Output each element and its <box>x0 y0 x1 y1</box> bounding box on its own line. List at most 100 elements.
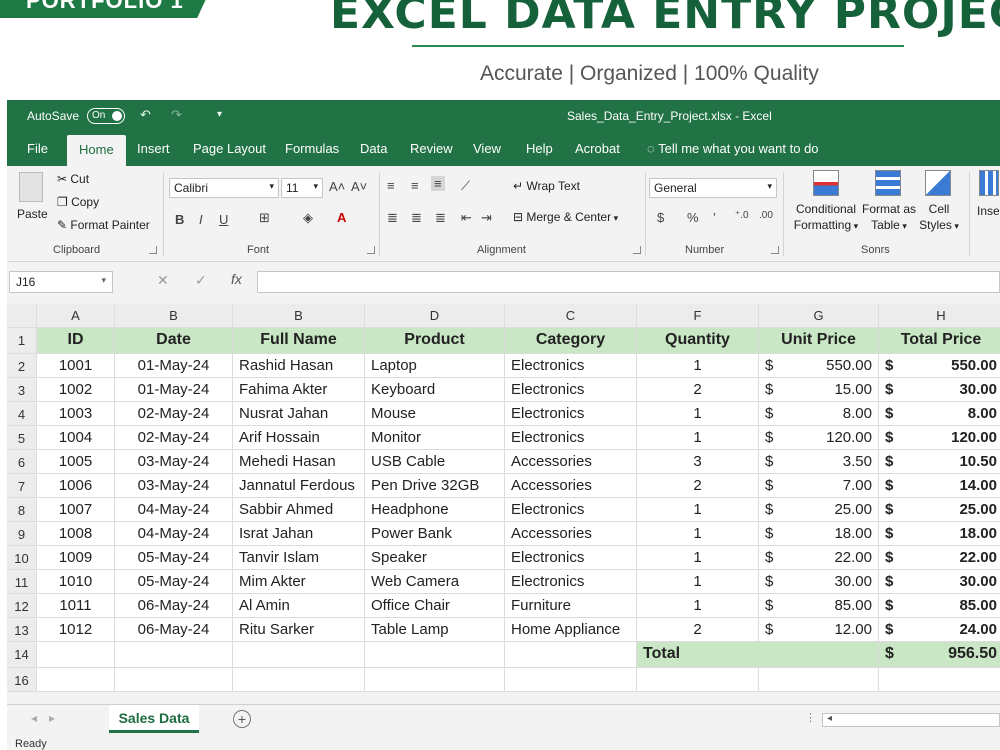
cell-id[interactable]: 1006 <box>37 474 115 498</box>
row-header[interactable]: 4 <box>7 402 37 426</box>
cell-full-name[interactable]: Mehedi Hasan <box>233 450 365 474</box>
cell-styles-button[interactable]: Cell Styles ▾ <box>917 201 961 234</box>
column-header-b[interactable]: B <box>115 304 233 328</box>
row-header[interactable]: 3 <box>7 378 37 402</box>
cell-full-name[interactable]: Rashid Hasan <box>233 354 365 378</box>
font-color-icon[interactable]: A <box>337 210 346 225</box>
cell-quantity[interactable]: 2 <box>637 618 759 642</box>
cell-category[interactable]: Electronics <box>505 378 637 402</box>
tab-insert[interactable]: Insert <box>137 141 170 156</box>
currency-button[interactable]: $ <box>657 210 664 225</box>
cell-date[interactable]: 04-May-24 <box>115 498 233 522</box>
cell-category[interactable]: Electronics <box>505 426 637 450</box>
align-top-icon[interactable]: ≡ <box>387 178 395 193</box>
cell-product[interactable]: Power Bank <box>365 522 505 546</box>
sheet-tab-sales-data[interactable]: Sales Data <box>109 705 199 733</box>
cell-unit-price[interactable]: $3.50 <box>759 450 879 474</box>
cell-date[interactable]: 02-May-24 <box>115 402 233 426</box>
cell-category[interactable]: Accessories <box>505 474 637 498</box>
cell-quantity[interactable]: 1 <box>637 426 759 450</box>
cell-total-price[interactable]: $120.00 <box>879 426 1000 450</box>
empty-cell[interactable] <box>759 668 879 692</box>
cell-full-name[interactable]: Mim Akter <box>233 570 365 594</box>
select-all-corner[interactable] <box>7 304 37 328</box>
cell-full-name[interactable]: Israt Jahan <box>233 522 365 546</box>
cell-date[interactable]: 03-May-24 <box>115 474 233 498</box>
cell-quantity[interactable]: 1 <box>637 354 759 378</box>
tab-file[interactable]: File <box>27 141 48 156</box>
header-cell-quantity[interactable]: Quantity <box>637 328 759 354</box>
cell-quantity[interactable]: 2 <box>637 474 759 498</box>
tab-view[interactable]: View <box>473 141 501 156</box>
fill-color-icon[interactable]: ◈ <box>303 210 313 226</box>
cell-full-name[interactable]: Arif Hossain <box>233 426 365 450</box>
comma-button[interactable]: ’ <box>713 210 716 225</box>
font-size-select[interactable]: 11 ▾ <box>281 178 323 198</box>
tab-help[interactable]: Help <box>526 141 553 156</box>
row-header[interactable]: 9 <box>7 522 37 546</box>
cell-product[interactable]: Web Camera <box>365 570 505 594</box>
cell-quantity[interactable]: 3 <box>637 450 759 474</box>
cell-unit-price[interactable]: $120.00 <box>759 426 879 450</box>
cell-date[interactable]: 03-May-24 <box>115 450 233 474</box>
align-center-icon[interactable]: ≣ <box>411 210 422 226</box>
row-header[interactable]: 12 <box>7 594 37 618</box>
percent-button[interactable]: % <box>687 210 699 225</box>
horizontal-scrollbar[interactable]: ◂ <box>822 713 1000 727</box>
cell-date[interactable]: 04-May-24 <box>115 522 233 546</box>
cell-product[interactable]: USB Cable <box>365 450 505 474</box>
cell-id[interactable]: 1001 <box>37 354 115 378</box>
cell-product[interactable]: Speaker <box>365 546 505 570</box>
cell-id[interactable]: 1008 <box>37 522 115 546</box>
cell-unit-price[interactable]: $18.00 <box>759 522 879 546</box>
enter-icon[interactable]: ✓ <box>195 272 207 289</box>
cell-category[interactable]: Home Appliance <box>505 618 637 642</box>
column-header-h[interactable]: H <box>879 304 1000 328</box>
increase-font-icon[interactable]: A˄ <box>329 179 345 194</box>
tell-me-search[interactable]: ◌ Tell me what you want to do <box>647 141 819 156</box>
header-cell-date[interactable]: Date <box>115 328 233 354</box>
header-cell-full-name[interactable]: Full Name <box>233 328 365 354</box>
cell-id[interactable]: 1003 <box>37 402 115 426</box>
cell-product[interactable]: Monitor <box>365 426 505 450</box>
empty-cell[interactable] <box>365 642 505 668</box>
tab-acrobat[interactable]: Acrobat <box>575 141 620 156</box>
cell-id[interactable]: 1004 <box>37 426 115 450</box>
total-label[interactable]: Total <box>637 642 879 668</box>
cell-total-price[interactable]: $8.00 <box>879 402 1000 426</box>
cell-category[interactable]: Accessories <box>505 522 637 546</box>
row-header[interactable]: 6 <box>7 450 37 474</box>
cell-quantity[interactable]: 1 <box>637 498 759 522</box>
cell-product[interactable]: Table Lamp <box>365 618 505 642</box>
header-cell-product[interactable]: Product <box>365 328 505 354</box>
borders-icon[interactable]: ⊞ <box>259 210 270 226</box>
cell-category[interactable]: Accessories <box>505 450 637 474</box>
cell-total-price[interactable]: $85.00 <box>879 594 1000 618</box>
font-launcher[interactable] <box>367 246 375 254</box>
cell-unit-price[interactable]: $30.00 <box>759 570 879 594</box>
cell-quantity[interactable]: 1 <box>637 522 759 546</box>
row-header[interactable]: 11 <box>7 570 37 594</box>
cell-quantity[interactable]: 2 <box>637 378 759 402</box>
cell-id[interactable]: 1010 <box>37 570 115 594</box>
row-header[interactable]: 14 <box>7 642 37 668</box>
cell-category[interactable]: Electronics <box>505 402 637 426</box>
column-header-f[interactable]: F <box>637 304 759 328</box>
cell-unit-price[interactable]: $8.00 <box>759 402 879 426</box>
column-header-a[interactable]: A <box>37 304 115 328</box>
cancel-icon[interactable]: ✕ <box>157 272 169 289</box>
cell-full-name[interactable]: Tanvir Islam <box>233 546 365 570</box>
row-header[interactable]: 5 <box>7 426 37 450</box>
empty-cell[interactable] <box>637 668 759 692</box>
header-cell-total-price[interactable]: Total Price <box>879 328 1000 354</box>
merge-center-button[interactable]: ⊟ Merge & Center ▾ <box>513 210 618 224</box>
cell-total-price[interactable]: $18.00 <box>879 522 1000 546</box>
cell-date[interactable]: 06-May-24 <box>115 618 233 642</box>
cell-product[interactable]: Office Chair <box>365 594 505 618</box>
empty-cell[interactable] <box>115 668 233 692</box>
cell-total-price[interactable]: $30.00 <box>879 570 1000 594</box>
cell-unit-price[interactable]: $550.00 <box>759 354 879 378</box>
row-header[interactable]: 8 <box>7 498 37 522</box>
align-left-icon[interactable]: ≣ <box>387 210 398 226</box>
decrease-indent-icon[interactable]: ⇤ <box>461 210 472 226</box>
